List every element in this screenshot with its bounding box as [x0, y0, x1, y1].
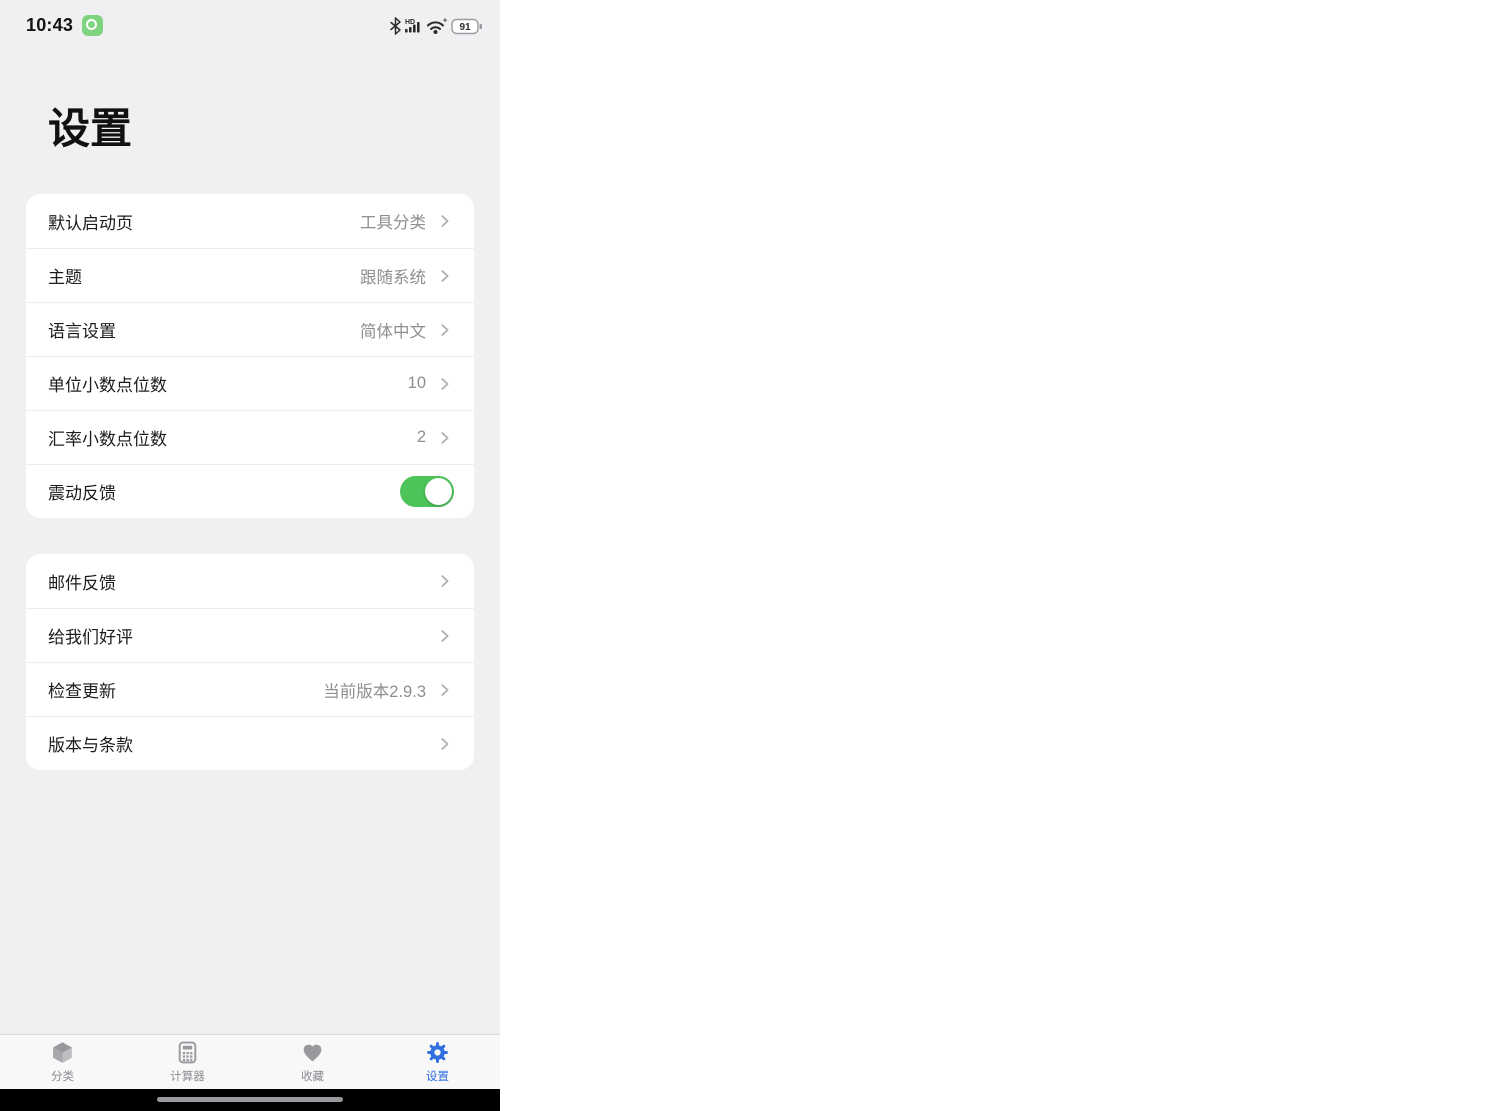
chevron-right-icon	[436, 321, 454, 339]
chevron-right-icon	[436, 267, 454, 285]
tab-settings[interactable]: 设置	[375, 1035, 500, 1089]
setting-value: 工具分类	[360, 209, 426, 233]
tab-label: 收藏	[301, 1068, 324, 1084]
page-title: 设置	[0, 45, 500, 156]
chevron-right-icon	[436, 735, 454, 753]
setting-label: 语言设置	[48, 317, 360, 342]
status-bar: 10:43	[0, 0, 500, 45]
haptic-toggle[interactable]	[400, 476, 454, 507]
heart-icon	[300, 1040, 325, 1065]
tab-favorites[interactable]: 收藏	[250, 1035, 375, 1089]
tab-categories[interactable]: 分类	[0, 1035, 125, 1089]
tab-label: 计算器	[170, 1068, 205, 1084]
cube-icon	[50, 1040, 75, 1065]
chevron-right-icon	[436, 375, 454, 393]
setting-label: 震动反馈	[48, 479, 400, 504]
chevron-right-icon	[436, 572, 454, 590]
chevron-right-icon	[436, 627, 454, 645]
tab-label: 分类	[51, 1068, 74, 1084]
setting-label: 主题	[48, 263, 360, 288]
settings-group-preferences: 默认启动页 工具分类 主题 跟随系统 语言设置 简体中文 单位小数点位数 10 …	[26, 194, 474, 518]
settings-row-default-launch-page[interactable]: 默认启动页 工具分类	[26, 194, 474, 248]
app-screenshots: 10:43 历史 分类 搜索 单位 效率 金融 数学 开发	[0, 0, 1500, 1111]
calculator-icon	[175, 1040, 200, 1065]
tab-calculator[interactable]: 计算器	[125, 1035, 250, 1089]
settings-row-haptic-feedback[interactable]: 震动反馈	[26, 464, 474, 518]
setting-value: 2	[417, 428, 426, 447]
settings-row-unit-decimal-places[interactable]: 单位小数点位数 10	[26, 356, 474, 410]
setting-value: 简体中文	[360, 318, 426, 342]
chevron-right-icon	[436, 212, 454, 230]
setting-value: 当前版本2.9.3	[323, 678, 426, 702]
status-icons	[388, 16, 484, 36]
settings-row-language[interactable]: 语言设置 简体中文	[26, 302, 474, 356]
screen-record-icon	[82, 15, 103, 36]
settings-row-terms[interactable]: 版本与条款	[26, 716, 474, 770]
setting-label: 检查更新	[48, 677, 323, 702]
setting-value: 10	[408, 374, 426, 393]
setting-label: 汇率小数点位数	[48, 425, 417, 450]
clock-time: 10:43	[26, 15, 73, 36]
chevron-right-icon	[436, 429, 454, 447]
setting-label: 默认启动页	[48, 209, 360, 234]
setting-label: 给我们好评	[48, 623, 436, 648]
home-bar	[0, 1089, 500, 1111]
screen-settings: 10:43 设置 默认启动页 工具分类 主题 跟随系统 语言设置 简体中文	[0, 0, 500, 1111]
chevron-right-icon	[436, 681, 454, 699]
bottom-tab-bar: 分类 计算器 收藏 设置	[0, 1034, 500, 1089]
setting-label: 邮件反馈	[48, 569, 436, 594]
setting-label: 单位小数点位数	[48, 371, 408, 396]
setting-label: 版本与条款	[48, 731, 436, 756]
gear-icon	[425, 1040, 450, 1065]
settings-group-about: 邮件反馈 给我们好评 检查更新 当前版本2.9.3 版本与条款	[26, 554, 474, 770]
home-indicator[interactable]	[157, 1097, 343, 1102]
tab-label: 设置	[426, 1068, 449, 1084]
settings-row-theme[interactable]: 主题 跟随系统	[26, 248, 474, 302]
settings-row-check-update[interactable]: 检查更新 当前版本2.9.3	[26, 662, 474, 716]
settings-row-rate-decimal-places[interactable]: 汇率小数点位数 2	[26, 410, 474, 464]
settings-row-email-feedback[interactable]: 邮件反馈	[26, 554, 474, 608]
settings-row-rate-us[interactable]: 给我们好评	[26, 608, 474, 662]
setting-value: 跟随系统	[360, 264, 426, 288]
